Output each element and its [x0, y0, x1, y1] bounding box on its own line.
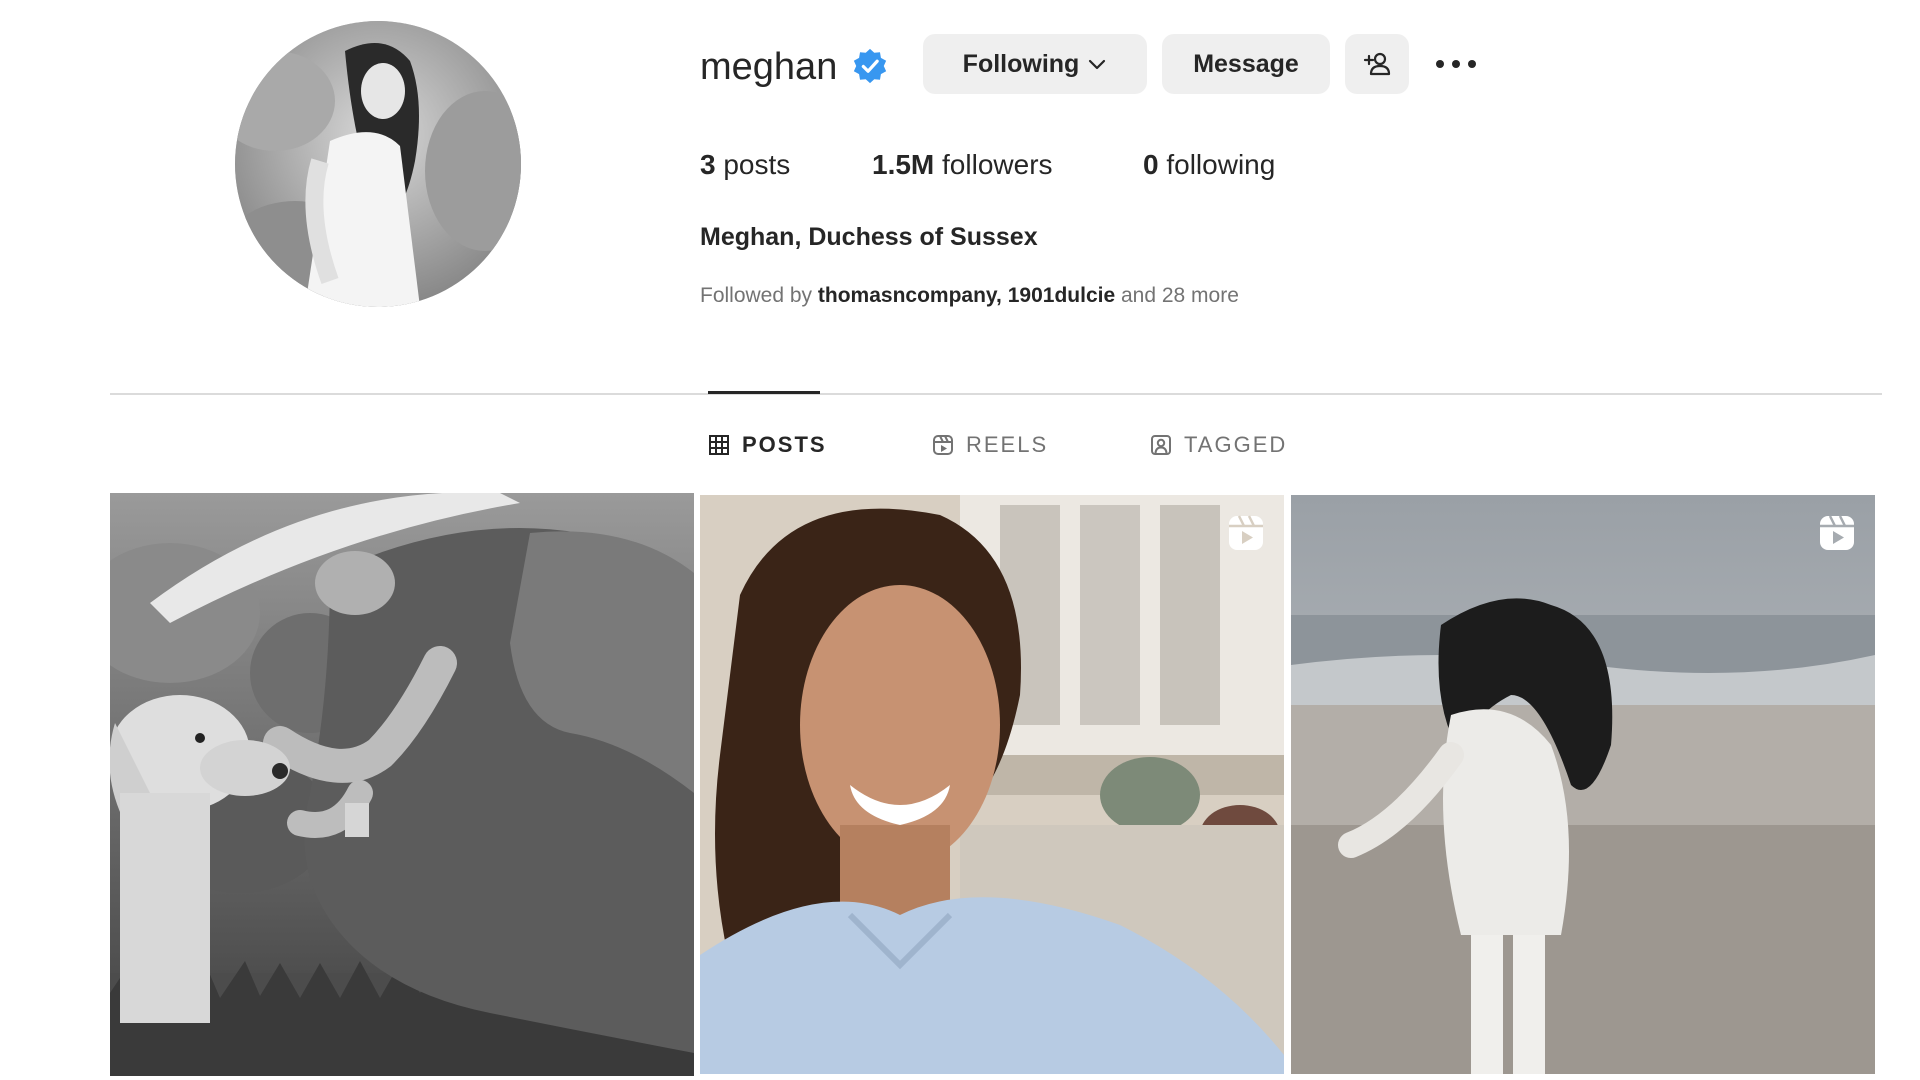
- following-count-label: following: [1166, 149, 1276, 180]
- more-options-button[interactable]: [1428, 44, 1484, 84]
- followers-count-value: 1.5M: [872, 149, 935, 180]
- tab-reels[interactable]: REELS: [932, 430, 1048, 460]
- tabs-divider: [110, 393, 1882, 395]
- post-image: [1291, 495, 1875, 1074]
- avatar[interactable]: [235, 21, 521, 307]
- followed-by-prefix: Followed by: [700, 284, 813, 307]
- grid-icon: [709, 435, 729, 455]
- username: meghan: [700, 46, 838, 88]
- tab-posts[interactable]: POSTS: [708, 430, 827, 460]
- reel-thumbnail[interactable]: [700, 495, 1284, 1074]
- reel-thumbnail[interactable]: [1291, 495, 1875, 1074]
- profile-page: meghan Following Message 3 posts 1.5M fo: [0, 0, 1920, 1080]
- tab-tagged-label: TAGGED: [1184, 432, 1288, 457]
- tab-posts-label: POSTS: [742, 432, 827, 457]
- add-user-icon: [1363, 52, 1391, 76]
- more-options-icon: [1436, 60, 1476, 68]
- tab-reels-label: REELS: [966, 432, 1049, 457]
- followed-by-user-2[interactable]: 1901dulcie: [1008, 284, 1115, 307]
- reels-icon: [933, 435, 953, 455]
- tab-tagged[interactable]: TAGGED: [1150, 430, 1287, 460]
- message-button[interactable]: Message: [1162, 34, 1330, 94]
- full-name: Meghan, Duchess of Sussex: [700, 223, 1038, 251]
- followers-count-label: followers: [942, 149, 1053, 180]
- posts-count: 3 posts: [700, 148, 790, 182]
- posts-count-label: posts: [723, 149, 791, 180]
- active-tab-indicator: [708, 391, 820, 394]
- followers-count[interactable]: 1.5M followers: [872, 148, 1053, 182]
- reels-icon: [1229, 515, 1263, 550]
- reels-icon: [1820, 515, 1854, 550]
- followed-by-user-1[interactable]: thomasncompany,: [818, 284, 1002, 307]
- followed-by[interactable]: Followed by thomasncompany, 1901dulcie a…: [700, 284, 1239, 308]
- post-image: [110, 493, 694, 1076]
- following-button-label: Following: [962, 49, 1080, 78]
- tagged-icon: [1151, 435, 1171, 455]
- posts-count-value: 3: [700, 149, 716, 180]
- chevron-down-icon: [1089, 59, 1106, 70]
- post-thumbnail[interactable]: [110, 493, 694, 1076]
- following-button[interactable]: Following: [923, 34, 1147, 94]
- following-count[interactable]: 0 following: [1143, 148, 1275, 182]
- verified-badge-icon: [853, 48, 887, 84]
- suggest-users-button[interactable]: [1345, 34, 1409, 94]
- post-image: [700, 495, 1284, 1074]
- followed-by-suffix: and 28 more: [1120, 284, 1239, 307]
- following-count-value: 0: [1143, 149, 1159, 180]
- message-button-label: Message: [1193, 49, 1299, 78]
